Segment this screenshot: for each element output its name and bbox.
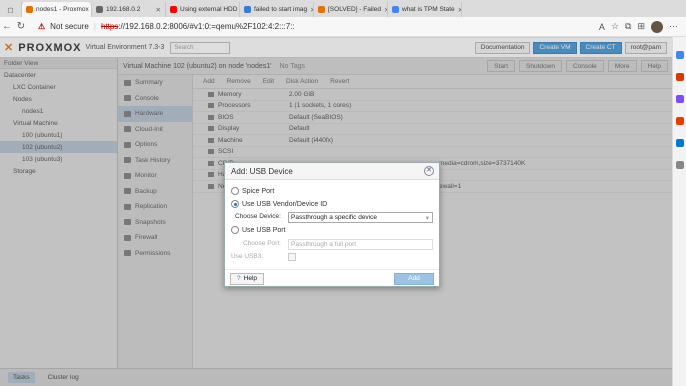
header-mask [0,37,672,58]
browser-tab[interactable]: failed to start imag✕ [240,2,314,17]
browser-sidebar [672,37,686,386]
games-sidebar-icon[interactable] [676,95,684,103]
choose-device-row: Choose Device: [235,213,281,220]
tab-label: nodes1 - Proxmox [36,6,89,13]
vendor-id-option[interactable]: Use USB Vendor/Device ID [231,200,327,208]
tab-favicon-icon [318,6,325,13]
help-button[interactable]: ? Help [230,272,264,285]
usb3-label: Use USB3: [231,253,264,260]
tab-favicon-icon [26,6,33,13]
browser-tab[interactable]: 192.168.0.2 ✕ [92,2,166,17]
choose-device-value: Passthrough a specific device [291,214,377,221]
favorite-icon[interactable]: ☆ [611,21,619,32]
avatar[interactable] [651,20,663,33]
tab-label: [SOLVED] - Failed [328,6,381,13]
address-bar: ← ↻ ⚠ Not secure | https://192.168.0.2:8… [0,17,686,37]
extensions-icon[interactable]: ⧉ [625,21,631,32]
vendor-id-radio[interactable] [231,200,239,208]
warning-icon: ⚠ [38,22,46,31]
help-icon: ? [237,275,241,282]
refresh-icon[interactable]: ↻ [14,21,28,32]
tab-favicon-icon [244,6,251,13]
browser-tab[interactable]: nodes1 - Proxmox✕ [22,2,92,17]
more-icon[interactable]: ⋯ [669,21,678,32]
tab-actions-icon[interactable]: ▢ [7,6,13,14]
dialog-title: Add: USB Device [231,166,293,176]
choose-port-select[interactable]: Passthrough a full port [288,239,433,250]
choose-port-row: Choose Port: [243,240,281,247]
usb-port-option[interactable]: Use USB Port [231,226,286,234]
tab-favicon-icon [392,6,399,13]
office-sidebar-icon[interactable] [676,117,684,125]
url-https: https [100,22,119,31]
tab-label: what is TPM State [402,6,455,13]
choose-port-value: Passthrough a full port [291,241,357,248]
tab-label: failed to start imag [254,6,308,13]
tab-menu[interactable]: ▢ [0,2,22,17]
spice-port-label: Spice Port [242,187,275,195]
close-icon[interactable]: ✕ [424,166,434,176]
spice-port-radio[interactable] [231,187,239,195]
tab-favicon-icon [96,6,103,13]
tab-label: 192.168.0.2 [106,6,141,13]
security-label[interactable]: Not secure [50,22,89,31]
read-aloud-icon[interactable]: A [599,22,605,32]
chevron-down-icon[interactable]: ▾ [426,214,432,222]
choose-device-select[interactable]: Passthrough a specific device ▾ [288,212,433,223]
browser-tab[interactable]: what is TPM State✕ [388,2,462,17]
tools-sidebar-icon[interactable] [676,73,684,81]
collections-icon[interactable]: ⊞ [637,21,645,32]
spice-port-option[interactable]: Spice Port [231,187,274,195]
browser-tab[interactable]: [SOLVED] - Failed✕ [314,2,388,17]
add-sidebar-icon[interactable] [676,161,684,169]
tab-close-icon[interactable]: ✕ [156,6,161,14]
choose-port-label: Choose Port: [243,240,281,247]
usb-port-label: Use USB Port [242,226,286,234]
tab-favicon-icon [170,6,177,13]
help-label: Help [243,275,257,282]
usb3-row: Use USB3: [231,253,263,260]
browser-tab-bar: ▢ nodes1 - Proxmox✕192.168.0.2✕Using ext… [0,0,686,17]
dialog-title-bar: Add: USB Device ✕ [225,163,439,180]
choose-device-label: Choose Device: [235,213,281,220]
dialog-footer: ? Help Add [225,269,439,287]
browser-tab[interactable]: Using external HDD✕ [166,2,240,17]
add-usb-device-dialog: Add: USB Device ✕ Spice Port Use USB Ven… [224,162,440,287]
add-button[interactable]: Add [394,272,434,285]
url-field[interactable]: ⚠ Not secure | https://192.168.0.2:8006/… [38,20,573,34]
tab-label: Using external HDD [180,6,238,13]
back-icon[interactable]: ← [0,21,14,32]
url-rest: ://192.168.0.2:8006/#v1:0:=qemu%2F102:4:… [118,22,295,31]
outlook-sidebar-icon[interactable] [676,139,684,147]
tab-close-icon[interactable]: ✕ [458,6,461,14]
search-sidebar-icon[interactable] [676,51,684,59]
usb-port-radio[interactable] [231,226,239,234]
vendor-id-label: Use USB Vendor/Device ID [242,200,328,208]
usb3-checkbox[interactable] [288,253,296,261]
